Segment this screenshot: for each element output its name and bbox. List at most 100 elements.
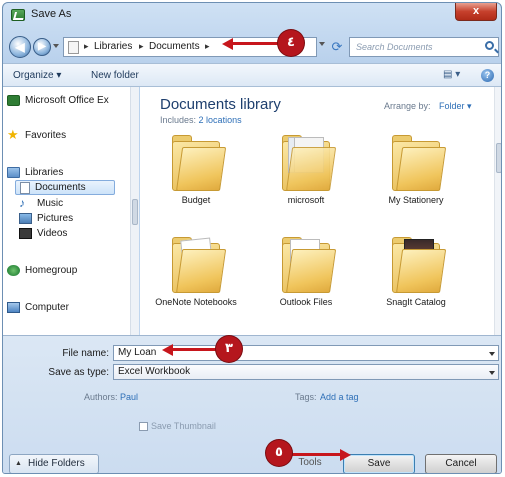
tools-menu[interactable]: Tools	[285, 454, 335, 473]
tags-value[interactable]: Add a tag	[320, 392, 359, 402]
callout-step-4: ٤	[278, 30, 304, 56]
save-button[interactable]: Save	[343, 454, 415, 473]
new-folder-button[interactable]: New folder	[91, 70, 139, 81]
breadcrumb-documents[interactable]: Documents	[149, 41, 200, 52]
search-placeholder: Search Documents	[356, 42, 433, 52]
nav-item-favorites[interactable]: ★ Favorites	[7, 127, 66, 142]
file-name-dropdown-arrow[interactable]	[489, 352, 495, 356]
callout-step-5: ٥	[266, 440, 292, 466]
nav-item-computer[interactable]: Computer	[7, 302, 69, 313]
arrange-by-dropdown[interactable]: Folder ▾	[439, 101, 472, 112]
breadcrumb-chevron-icon[interactable]: ▸	[139, 41, 144, 52]
save-as-type-label: Save as type:	[48, 367, 109, 378]
nav-item-videos[interactable]: Videos	[19, 228, 67, 239]
folder-label: Outlook Files	[279, 297, 333, 307]
address-row: ◀ ▶ ▸ Libraries ▸ Documents ▸ ⟳ Search D…	[3, 29, 501, 63]
file-name-label: File name:	[62, 348, 109, 359]
breadcrumb-chevron-icon[interactable]: ▸	[205, 41, 210, 52]
file-fields-panel: File name: My Loan Save as type: Excel W…	[3, 335, 501, 473]
authors-value[interactable]: Paul	[120, 392, 138, 402]
folder-icon	[282, 237, 337, 293]
save-as-type-select[interactable]: Excel Workbook	[113, 364, 499, 380]
folder-label: SnagIt Catalog	[386, 297, 446, 307]
content-scrollbar-thumb[interactable]	[496, 143, 501, 173]
nav-label: Microsoft Office Ex	[25, 95, 109, 106]
folder-icon	[172, 135, 227, 191]
nav-item-homegroup[interactable]: Homegroup	[7, 265, 77, 276]
search-icon[interactable]	[485, 41, 494, 50]
organize-menu[interactable]: Organize ▾	[13, 70, 61, 81]
save-as-type-dropdown-arrow[interactable]	[489, 371, 495, 375]
library-includes: Includes: 2 locations	[160, 115, 242, 125]
close-button[interactable]: x	[455, 3, 497, 21]
help-button[interactable]: ?	[481, 69, 494, 82]
recent-pages-dropdown[interactable]	[53, 44, 59, 50]
file-name-value: My Loan	[118, 347, 157, 358]
nav-scrollbar[interactable]	[130, 87, 139, 335]
pictures-icon	[19, 213, 32, 224]
breadcrumb-chevron-icon[interactable]: ▸	[84, 41, 89, 52]
nav-label: Videos	[37, 228, 68, 239]
office-icon	[7, 95, 20, 106]
folder-label: My Stationery	[388, 195, 444, 205]
folder-item[interactable]: My Stationery	[372, 135, 460, 225]
nav-label: Homegroup	[25, 265, 78, 276]
folder-item[interactable]: OneNote Notebooks	[152, 237, 240, 327]
nav-item-documents[interactable]: Documents	[15, 180, 115, 195]
includes-label: Includes:	[160, 115, 197, 125]
music-icon: ♪	[19, 196, 25, 210]
window-title: Save As	[31, 8, 72, 20]
nav-item-libraries[interactable]: Libraries	[7, 167, 63, 178]
locations-link[interactable]: 2 locations	[199, 115, 242, 125]
nav-item-microsoft-office[interactable]: Microsoft Office Ex	[7, 95, 109, 106]
folder-item[interactable]: Budget	[152, 135, 240, 225]
folder-label: microsoft	[287, 195, 325, 205]
folder-icon	[172, 237, 227, 293]
callout-arrow-line	[292, 453, 342, 456]
forward-button[interactable]: ▶	[33, 38, 51, 56]
authors-label: Authors:	[84, 392, 118, 402]
nav-item-pictures[interactable]: Pictures	[19, 213, 73, 224]
nav-item-music[interactable]: ♪ Music	[19, 196, 63, 210]
folder-label: Budget	[181, 195, 211, 205]
folder-icon	[392, 237, 447, 293]
cancel-button[interactable]: Cancel	[425, 454, 497, 473]
refresh-button[interactable]: ⟳	[329, 38, 345, 56]
callout-arrow-line	[172, 348, 218, 351]
back-button[interactable]: ◀	[9, 36, 31, 58]
folder-item[interactable]: Outlook Files	[262, 237, 350, 327]
nav-label: Documents	[35, 182, 86, 193]
views-button[interactable]: ▤ ▾	[443, 69, 465, 82]
callout-arrow-line	[232, 42, 278, 45]
star-icon: ★	[7, 127, 19, 142]
address-dropdown-arrow[interactable]	[319, 42, 325, 46]
arrange-by-label: Arrange by:	[384, 101, 431, 111]
back-arrow-icon: ◀	[15, 40, 25, 54]
save-thumbnail-checkbox[interactable]	[139, 422, 148, 431]
callout-arrow-head	[340, 449, 351, 461]
breadcrumb-libraries[interactable]: Libraries	[94, 41, 132, 52]
command-bar: Organize ▾ New folder ▤ ▾ ?	[3, 63, 501, 87]
libraries-icon	[7, 167, 20, 178]
nav-label: Computer	[25, 302, 69, 313]
refresh-icon: ⟳	[331, 39, 343, 54]
computer-icon	[7, 302, 20, 313]
library-icon	[68, 41, 79, 54]
navigation-pane: Microsoft Office Ex ★ Favorites Librarie…	[3, 87, 139, 335]
homegroup-icon	[7, 265, 20, 276]
forward-arrow-icon: ▶	[38, 41, 46, 52]
nav-scrollbar-thumb[interactable]	[132, 199, 138, 225]
folder-icon	[282, 135, 337, 191]
excel-app-icon	[11, 9, 25, 21]
tags-label: Tags:	[295, 392, 317, 402]
content-scrollbar[interactable]	[494, 87, 501, 335]
file-list-pane: Documents library Includes: 2 locations …	[140, 87, 501, 335]
hide-folders-button[interactable]: Hide Folders	[9, 454, 99, 473]
folder-item[interactable]: microsoft	[262, 135, 350, 225]
nav-label: Libraries	[25, 167, 64, 178]
search-box[interactable]: Search Documents	[349, 37, 499, 57]
folder-label: OneNote Notebooks	[155, 297, 237, 307]
document-icon	[20, 181, 30, 194]
save-thumbnail-label: Save Thumbnail	[151, 421, 216, 431]
folder-item[interactable]: SnagIt Catalog	[372, 237, 460, 327]
